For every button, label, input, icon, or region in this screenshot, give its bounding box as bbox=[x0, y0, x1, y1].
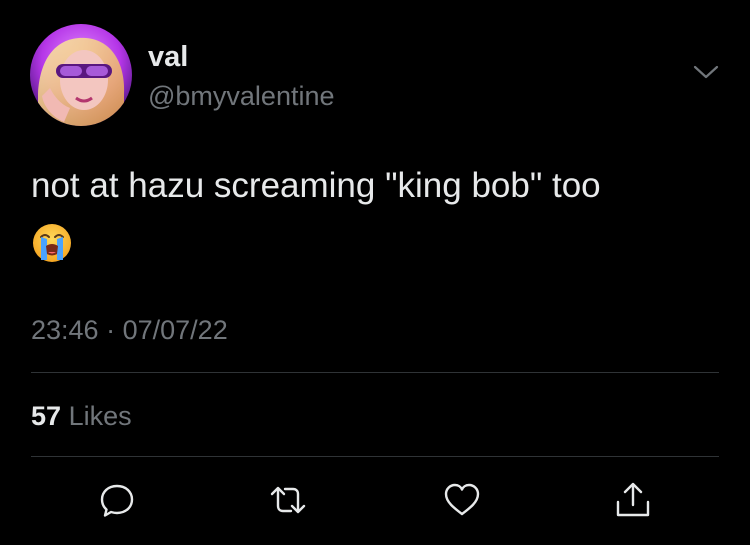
tweet-timestamp[interactable]: 23:46 · 07/07/22 bbox=[31, 313, 228, 347]
reply-icon[interactable] bbox=[97, 480, 137, 520]
retweet-icon[interactable] bbox=[268, 480, 308, 520]
avatar-image bbox=[30, 24, 132, 126]
display-name[interactable]: val bbox=[148, 40, 188, 74]
tweet-date: 07/07/22 bbox=[122, 315, 228, 345]
loudly-crying-face-icon bbox=[31, 222, 73, 264]
likes-count: 57 bbox=[31, 401, 62, 431]
likes-label: Likes bbox=[68, 401, 132, 431]
avatar[interactable] bbox=[30, 24, 132, 126]
heart-icon[interactable] bbox=[442, 480, 482, 520]
share-icon[interactable] bbox=[613, 480, 653, 520]
user-handle[interactable]: @bmyvalentine bbox=[148, 80, 335, 112]
tweet-text: not at hazu screaming "king bob" too bbox=[31, 166, 601, 205]
divider bbox=[31, 372, 719, 373]
divider bbox=[31, 456, 719, 457]
tweet-time: 23:46 bbox=[31, 315, 99, 345]
meta-separator: · bbox=[106, 315, 116, 345]
chevron-down-icon[interactable] bbox=[693, 62, 719, 82]
likes-stat[interactable]: 57 Likes bbox=[31, 399, 132, 433]
